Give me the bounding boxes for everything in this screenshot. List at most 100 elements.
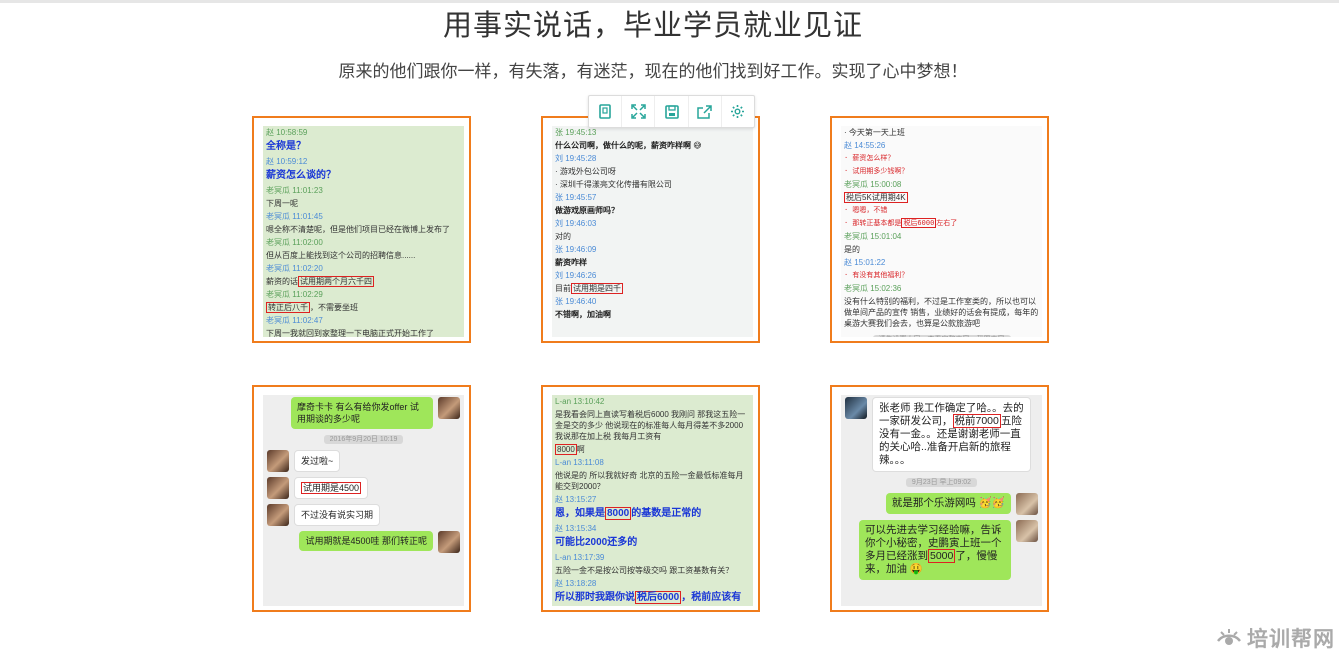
avatar: [1016, 520, 1038, 542]
chat-message: 做游戏原画师吗？: [555, 206, 619, 215]
avatar: [1016, 493, 1038, 515]
chat-sender: 老冥瓜 11:01:45: [266, 212, 323, 221]
chat-sender: 老冥瓜 11:02:47: [266, 316, 323, 325]
avatar: [438, 397, 460, 419]
chat-sender: 张 19:46:09: [555, 245, 597, 254]
chat-message: · 试用期多少钱啊？: [844, 167, 909, 175]
chat-message: 薪资的话 试用期两个月六千四: [266, 276, 374, 287]
chat-bubble: 张老师 我工作确定了哈。。去的一家研发公司， 税前7000 五险没有一金。。还是谢谢…: [872, 397, 1031, 472]
chat-sender: 赵 13:15:27: [555, 495, 597, 504]
chat-sender: 老冥瓜 11:01:23: [266, 186, 323, 195]
chat-message: 所以那时我跟你说 税后6000 ，税前应该有: [555, 591, 742, 604]
chat-message: 对的: [555, 232, 571, 241]
chat-sender: 赵 14:55:26: [844, 141, 886, 150]
chat-message: 但从百度上能找到这个公司的招聘信息......: [266, 251, 416, 260]
avatar: [438, 531, 460, 553]
chat-screenshot-1: 赵 10:58:59 全称是？ 赵 10:59:12 薪资怎么谈的？ 老冥瓜 11:01…: [263, 126, 464, 337]
settings-icon[interactable]: [722, 96, 754, 127]
chat-screenshot-3: · 今天第一天上班赵 14:55:26 · 薪资怎么样？ · 试用期多少钱啊？ 老冥瓜…: [841, 126, 1042, 337]
chat-message: 可能比2000还多的: [555, 537, 638, 548]
chat-message: 没有什么特别的福利，不过是工作室类的，所以也可以做单间产品的宣传 销售，业绩好的…: [844, 297, 1039, 328]
watermark-logo: 培训帮网: [1216, 623, 1335, 653]
avatar: [845, 397, 867, 419]
copy-icon[interactable]: [589, 96, 623, 127]
chat-bubble: 就是那个乐游网吗 🥳🥳: [885, 493, 1011, 514]
chat-message: 下周一呢: [266, 199, 298, 208]
avatar: [267, 504, 289, 526]
chat-message: · 深圳千得漾亮文化传播有限公司: [555, 180, 672, 189]
page-subtitle: 原来的他们跟你一样，有失落，有迷茫，现在的他们找到好工作。实现了心中梦想！: [338, 62, 968, 81]
testimonial-card-1[interactable]: 赵 10:58:59 全称是？ 赵 10:59:12 薪资怎么谈的？ 老冥瓜 11:01…: [252, 116, 471, 343]
chat-message: 不错啊，加油啊: [555, 310, 611, 319]
chat-message: 他说是的 所以我就好奇 北京的五险一金最低标准每月能交到2000？: [555, 471, 744, 491]
chat-message: 转正后八千 ，不需要坐班: [266, 302, 358, 313]
chat-message: · 今天第一天上班: [844, 128, 905, 137]
chat-sender: 老冥瓜 15:01:04: [844, 232, 902, 241]
testimonial-card-3[interactable]: · 今天第一天上班赵 14:55:26 · 薪资怎么样？ · 试用期多少钱啊？ 老冥瓜…: [830, 116, 1049, 343]
testimonial-card-6[interactable]: 张老师 我工作确定了哈。。去的一家研发公司， 税前7000 五险没有一金。。还是谢谢…: [830, 385, 1049, 612]
chat-message: 税后5K试用期4K: [844, 192, 908, 203]
chat-screenshot-4: 摩奇卡卡 有么有给你发offer 试用期谈的多少呢 2016年9月20日 10:…: [263, 395, 464, 606]
chat-bubble: 不过没有说实习期: [294, 504, 381, 526]
chat-screenshot-2: 张 19:45:13 什么公司啊，做什么的呢，薪资咋样啊 😅 刘 19:45:28 ·…: [552, 126, 753, 337]
chat-screenshot-6: 张老师 我工作确定了哈。。去的一家研发公司， 税前7000 五险没有一金。。还是谢谢…: [841, 395, 1042, 606]
chat-sender: L-an 13:11:08: [555, 458, 604, 467]
chat-bubble: 试用期就是4500哇 那们转正呢: [299, 531, 433, 551]
chat-bubble: 可以先进去学习经验嘛，告诉你个小秘密，史鹏寅上班一个多月已经涨到 5000 了，慢慢…: [859, 520, 1011, 580]
testimonial-card-4[interactable]: 摩奇卡卡 有么有给你发offer 试用期谈的多少呢 2016年9月20日 10:…: [252, 385, 471, 612]
chat-screenshot-5: L-an 13:10:42 是我看会同上直读写着税后6000 我刚问 那我这五险一…: [552, 395, 753, 606]
chat-sender: 赵 15:01:22: [844, 258, 886, 267]
chat-message: 目前 试用期是四千: [555, 283, 623, 294]
chat-message: 8000 啊: [555, 444, 585, 455]
chat-message: 什么公司啊，做什么的呢，薪资咋样啊 😅: [555, 141, 702, 150]
chat-sender: L-an 13:10:42: [555, 397, 605, 406]
share-icon[interactable]: [689, 96, 722, 127]
chat-sender: 赵 13:18:28: [555, 579, 597, 588]
save-icon[interactable]: [655, 96, 689, 127]
chat-message: · 有没有其他福利？: [844, 271, 909, 279]
avatar: [267, 477, 289, 499]
avatar: [267, 450, 289, 472]
chat-sender: 老冥瓜 11:02:29: [266, 290, 323, 299]
image-toolbar: [588, 95, 755, 128]
chat-sender: 老冥瓜 11:02:00: [266, 238, 323, 247]
chat-sender: 老冥瓜 15:02:36: [844, 284, 902, 293]
page-title: 用事实说话，毕业学员就业见证: [442, 10, 863, 42]
chat-message: 全称是？: [266, 141, 306, 152]
chat-sender: 赵 10:59:12: [266, 157, 308, 166]
chat-message: 下周一我就回到家整理一下电脑正式开始工作了: [266, 329, 434, 337]
eye-logo-icon: [1217, 629, 1241, 645]
chat-message: · 游戏外包公司呀: [555, 167, 616, 176]
chat-sender: 刘 19:46:03: [555, 219, 597, 228]
chat-message: 是的: [844, 245, 860, 254]
sender-name: 摩奇卡卡: [297, 402, 334, 412]
chat-bubble: 试用期是4500: [294, 477, 369, 499]
chat-timestamp: 9月23日 早上09:02: [905, 478, 978, 487]
chat-sender: 赵 10:58:59: [266, 128, 308, 137]
chat-message: 嗯全称不清楚呢，但是他们项目已经在微博上发布了: [266, 225, 450, 234]
testimonial-card-2[interactable]: 张 19:45:13 什么公司啊，做什么的呢，薪资咋样啊 😅 刘 19:45:28 ·…: [541, 116, 760, 343]
chat-message: · 嗯嗯，不错: [844, 206, 888, 214]
chat-sender: 张 19:45:57: [555, 193, 597, 202]
chat-sender: 老冥瓜 11:02:20: [266, 264, 323, 273]
chat-message: · 薪资怎么样？: [844, 154, 895, 162]
chat-timestamp: 请先设置大家，查看完整内容，截图内容: [841, 334, 1042, 337]
chat-message: 是我看会同上直读写着税后6000 我刚问 那我这五险一金是交的多少 他说现在的标…: [555, 410, 746, 441]
chat-sender: 赵 13:15:34: [555, 524, 597, 533]
chat-timestamp: 2016年9月20日 10:19: [323, 435, 404, 444]
chat-message: 五险一金不是按公司按等级交吗 跟工资基数有关？: [555, 566, 734, 575]
chat-message: 薪资怎么谈的？: [266, 170, 336, 181]
testimonial-card-5[interactable]: L-an 13:10:42 是我看会同上直读写着税后6000 我刚问 那我这五险一…: [541, 385, 760, 612]
watermark-text: 培训帮网: [1247, 628, 1335, 651]
chat-sender: 老冥瓜 15:00:08: [844, 180, 902, 189]
chat-message: · 那转正基本都是 税后6000 左右了: [844, 218, 958, 228]
expand-icon[interactable]: [622, 96, 656, 127]
chat-sender: 刘 19:46:26: [555, 271, 597, 280]
chat-sender: L-an 13:17:39: [555, 553, 605, 562]
chat-bubble: 摩奇卡卡 有么有给你发offer 试用期谈的多少呢: [291, 397, 433, 429]
chat-message: 恩，如果是 8000 的基数是正常的: [555, 507, 702, 520]
chat-message: 薪资咋样: [555, 258, 587, 267]
chat-bubble: 发过啦~: [294, 450, 341, 472]
chat-sender: 张 19:46:40: [555, 297, 597, 306]
chat-sender: 刘 19:45:28: [555, 154, 597, 163]
